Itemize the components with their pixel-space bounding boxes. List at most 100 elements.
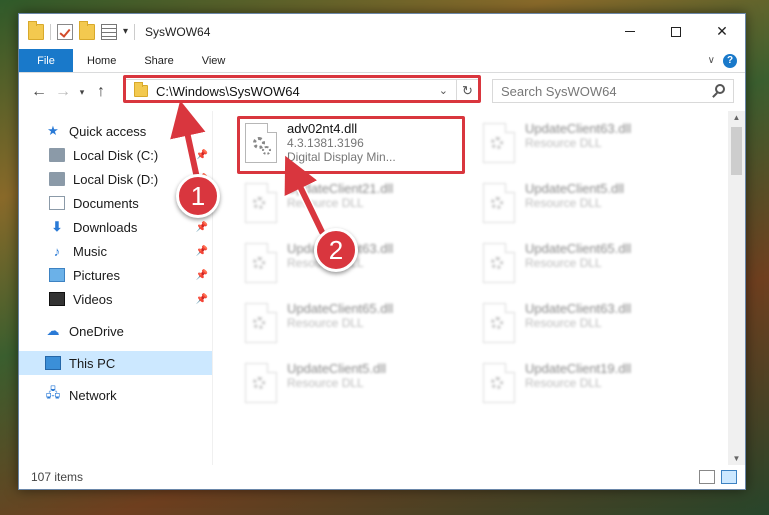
file-name: UpdateClient21.dll [287,181,394,196]
dll-file-icon [245,303,277,343]
file-type: Resource DLL [525,256,602,270]
pictures-icon [49,268,65,282]
sidebar-item-label: Quick access [69,123,147,139]
divider [134,23,136,40]
customize-toolbar-dropdown-icon[interactable]: ▾ [123,26,128,37]
file-type: Resource DLL [287,376,364,390]
sidebar-item-label: Music [73,243,107,259]
vertical-scrollbar[interactable]: ▲ ▼ [728,111,745,465]
file-name: UpdateClient63.dll [525,301,632,316]
dll-file-icon [245,183,277,223]
callout-badge-2: 2 [314,228,358,272]
file-item[interactable]: UpdateClient65.dll Resource DLL [479,237,699,293]
sidebar-item-label: Network [69,387,117,403]
sidebar-item-network[interactable]: 🖧 Network [19,383,212,407]
music-icon: ♪ [53,243,61,259]
address-row: ← → ▾ ↑ C:\Windows\SysWOW64 ⌄ ↻ Search S… [19,73,745,111]
videos-icon [49,292,65,306]
file-item[interactable]: UpdateClient19.dll Resource DLL [479,357,699,413]
list-properties-icon[interactable] [101,23,117,40]
file-item[interactable]: UpdateClient5.dll Resource DLL [241,357,461,413]
pin-icon: 📌 [195,245,208,257]
file-item[interactable]: UpdateClient5.dll Resource DLL [479,177,699,233]
scrollbar-thumb[interactable] [731,127,742,175]
sidebar-item-label: Pictures [73,267,120,283]
callout-badge-1: 1 [176,174,220,218]
recent-locations-chevron-icon[interactable]: ▾ [75,87,89,98]
sidebar-item-music[interactable]: ♪ Music 📌 [19,239,212,263]
maximize-button[interactable] [653,14,699,49]
file-type: Resource DLL [525,136,602,150]
dll-file-icon [483,243,515,283]
file-item[interactable]: UpdateClient63.dllResource DLL [479,117,699,173]
sidebar-item-local-disk-c[interactable]: Local Disk (C:) 📌 [19,143,212,167]
file-name: UpdateClient65.dll [525,241,632,256]
documents-icon [49,196,65,210]
tab-file[interactable]: File [19,49,73,72]
title-bar: ▾ SysWOW64 ✕ [19,14,745,49]
tab-view[interactable]: View [188,49,240,72]
file-item[interactable]: UpdateClient65.dll Resource DLL [241,297,461,353]
disk-icon [49,172,65,186]
minimize-icon [625,31,635,32]
close-icon: ✕ [716,23,728,39]
pin-icon: 📌 [195,149,208,161]
status-bar: 107 items [19,465,745,489]
dll-file-icon [245,363,277,403]
item-count: 107 items [31,470,84,484]
sidebar-item-videos[interactable]: Videos 📌 [19,287,212,311]
file-highlight-box [237,116,465,174]
scroll-up-icon[interactable]: ▲ [728,113,745,122]
large-icons-view-icon[interactable] [721,470,737,484]
sidebar-item-downloads[interactable]: ⬇ Downloads 📌 [19,215,212,239]
computer-icon [45,356,61,370]
window-controls: ✕ [607,14,745,49]
network-icon: 🖧 [45,385,61,400]
back-arrow-icon[interactable]: ← [27,83,51,101]
downloads-icon: ⬇ [51,219,63,234]
quick-access-toolbar: ▾ [19,20,136,40]
tab-home[interactable]: Home [73,49,130,72]
file-name: UpdateClient19.dll [525,361,632,376]
file-type: Resource DLL [287,196,364,210]
sidebar-item-label: Local Disk (D:) [73,171,159,187]
dll-file-icon [483,123,515,163]
forward-arrow-icon[interactable]: → [51,83,75,101]
divider [50,23,51,40]
file-name: UpdateClient65.dll [287,301,394,316]
explorer-window: ▾ SysWOW64 ✕ File Home Share View ∨ ? ← … [18,13,746,490]
file-name: UpdateClient63.dll [525,121,632,136]
help-icon[interactable]: ? [723,53,737,68]
scroll-down-icon[interactable]: ▼ [728,454,745,463]
search-input[interactable]: Search SysWOW64 [492,79,734,103]
sidebar-item-quick-access[interactable]: ★ Quick access [19,119,212,143]
up-arrow-icon[interactable]: ↑ [89,83,113,101]
search-icon [715,84,725,94]
file-item[interactable]: UpdateClient21.dll Resource DLL [241,177,461,233]
window-title: SysWOW64 [145,24,211,39]
expand-ribbon-icon[interactable]: ∨ [708,55,715,66]
tab-share[interactable]: Share [130,49,187,72]
minimize-button[interactable] [607,14,653,49]
file-type: Resource DLL [525,316,602,330]
pin-icon: 📌 [195,293,208,305]
file-type: Resource DLL [287,316,364,330]
file-name: UpdateClient5.dll [287,361,387,376]
close-button[interactable]: ✕ [699,14,745,49]
file-list: adv02nt4.dll 4.3.1381.3196 Digital Displ… [213,111,745,465]
cloud-icon: ☁ [46,323,60,338]
new-folder-icon[interactable] [79,20,95,40]
dll-file-icon [483,303,515,343]
sidebar-item-pictures[interactable]: Pictures 📌 [19,263,212,287]
pin-icon: 📌 [195,269,208,281]
properties-check-icon[interactable] [57,23,73,40]
sidebar-item-this-pc[interactable]: This PC [19,351,212,375]
navigation-pane: ★ Quick access Local Disk (C:) 📌 Local D… [19,111,213,465]
details-view-icon[interactable] [699,470,715,484]
sidebar-item-onedrive[interactable]: ☁ OneDrive [19,319,212,343]
dll-file-icon [483,363,515,403]
file-name: UpdateClient5.dll [525,181,625,196]
file-item[interactable]: UpdateClient63.dllResource DLL [479,297,699,353]
dll-file-icon [483,183,515,223]
pin-icon: 📌 [195,221,208,233]
